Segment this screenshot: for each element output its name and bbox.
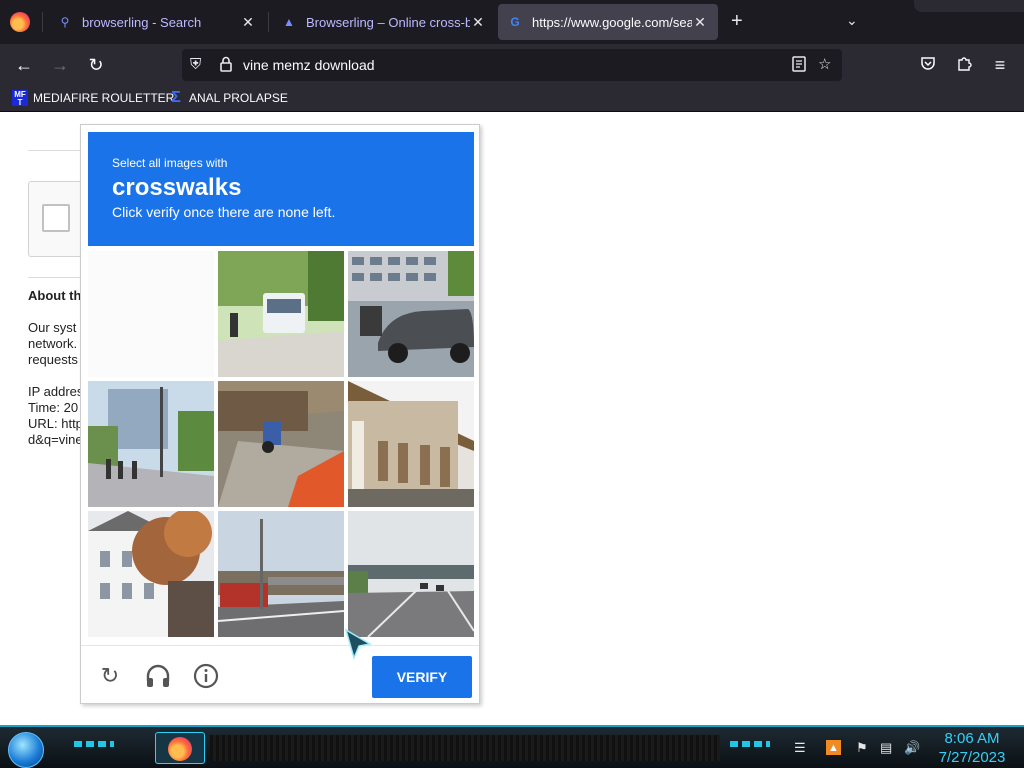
recaptcha-widget <box>28 181 88 257</box>
clock-date: 7/27/2023 <box>938 749 1006 766</box>
browserling-icon: ▲ <box>283 15 295 29</box>
clock-time: 8:06 AM <box>944 730 1000 747</box>
close-icon[interactable]: ✕ <box>470 14 486 31</box>
url-bar[interactable]: ⛨ vine memz download ☆ <box>182 49 842 81</box>
sigma-icon: Σ <box>171 89 181 106</box>
captcha-tile-8[interactable] <box>218 511 344 637</box>
taskbar: ☰ ▲ ⚑ ▤ 🔊 8:06 AM 7/27/2023 <box>0 725 1024 768</box>
challenge-footer: ↻ VERIFY <box>81 645 479 703</box>
reader-view-icon[interactable] <box>792 56 806 77</box>
firefox-icon <box>168 737 192 761</box>
app-tray-icon[interactable]: ▲ <box>826 740 841 755</box>
stack-icon[interactable]: ☰ <box>794 740 806 756</box>
tab-separator <box>42 12 43 32</box>
captcha-tile-3[interactable] <box>348 251 474 377</box>
info-icon[interactable] <box>193 663 219 689</box>
taskbar-decoration <box>74 741 114 747</box>
tab-google-search[interactable]: G https://www.google.com/searc ✕ <box>498 4 718 40</box>
captcha-tile-6[interactable] <box>348 381 474 507</box>
challenge-header: Select all images with crosswalks Click … <box>88 132 474 246</box>
google-icon: G <box>510 15 520 29</box>
verify-button[interactable]: VERIFY <box>372 656 472 698</box>
close-icon[interactable]: ✕ <box>692 14 708 31</box>
recaptcha-checkbox[interactable] <box>42 204 70 232</box>
search-icon: ⚲ <box>60 15 70 29</box>
bookmark-anal-prolapse[interactable]: Σ ANAL PROLAPSE <box>168 90 288 106</box>
taskbar-firefox[interactable] <box>155 732 205 764</box>
forward-button[interactable]: → <box>48 53 72 77</box>
tab-browserling-online[interactable]: ▲ Browserling – Online cross-bro ✕ <box>272 0 496 44</box>
new-tab-button[interactable]: + <box>731 11 743 31</box>
bookmark-mediafire-rouletter[interactable]: MF T MEDIAFIRE ROULETTER <box>12 90 174 107</box>
mouse-cursor-icon <box>344 628 373 661</box>
system-clock[interactable]: 8:06 AM 7/27/2023 <box>930 729 1014 767</box>
captcha-tile-1[interactable] <box>88 251 214 377</box>
recaptcha-challenge: Select all images with crosswalks Click … <box>80 124 480 704</box>
extensions-icon[interactable] <box>952 53 976 77</box>
challenge-target: crosswalks <box>112 174 242 201</box>
headphones-icon[interactable] <box>145 663 171 689</box>
about-heading: About th <box>28 288 82 303</box>
challenge-hint: Click verify once there are none left. <box>112 204 336 220</box>
firefox-icon[interactable] <box>10 12 30 32</box>
captcha-tile-7[interactable] <box>88 511 214 637</box>
divider <box>28 277 88 278</box>
close-icon[interactable]: ✕ <box>240 14 256 31</box>
captcha-tile-2[interactable] <box>218 251 344 377</box>
network-icon[interactable]: ▤ <box>880 740 892 756</box>
shield-icon[interactable]: ⛨ <box>190 56 201 74</box>
bookmark-star-icon[interactable]: ☆ <box>818 56 831 74</box>
captcha-tile-4[interactable] <box>88 381 214 507</box>
volume-icon[interactable]: 🔊 <box>904 740 920 756</box>
window-decoration <box>914 0 1024 12</box>
taskbar-decoration <box>730 741 770 747</box>
flag-icon[interactable]: ⚑ <box>856 740 868 756</box>
lock-icon[interactable] <box>220 56 232 77</box>
reload-challenge-icon[interactable]: ↻ <box>97 663 123 689</box>
taskbar-decoration <box>210 735 720 761</box>
tab-separator <box>268 12 269 32</box>
start-button[interactable] <box>8 732 44 768</box>
mediafire-icon: MF T <box>12 90 28 107</box>
challenge-instruction: Select all images with <box>112 156 228 170</box>
tab-bar: ⚲ browserling - Search ✕ ▲ Browserling –… <box>0 0 1024 44</box>
about-text: Our syst network. requests IP addres Tim… <box>28 320 84 447</box>
bookmarks-toolbar: MF T MEDIAFIRE ROULETTER Σ ANAL PROLAPSE <box>0 86 1024 112</box>
tab-browserling-search[interactable]: ⚲ browserling - Search ✕ <box>48 0 266 44</box>
reload-button[interactable]: ↻ <box>84 53 108 77</box>
chevron-down-icon[interactable]: ⌄ <box>846 12 858 29</box>
captcha-tile-5[interactable] <box>218 381 344 507</box>
navigation-bar: ← → ↻ ⛨ vine memz download ☆ ≡ <box>0 44 1024 86</box>
pocket-icon[interactable] <box>916 53 940 77</box>
menu-icon[interactable]: ≡ <box>988 53 1012 77</box>
captcha-tile-9[interactable] <box>348 511 474 637</box>
back-button[interactable]: ← <box>12 53 36 77</box>
divider <box>28 150 88 151</box>
url-text[interactable]: vine memz download <box>243 57 375 73</box>
